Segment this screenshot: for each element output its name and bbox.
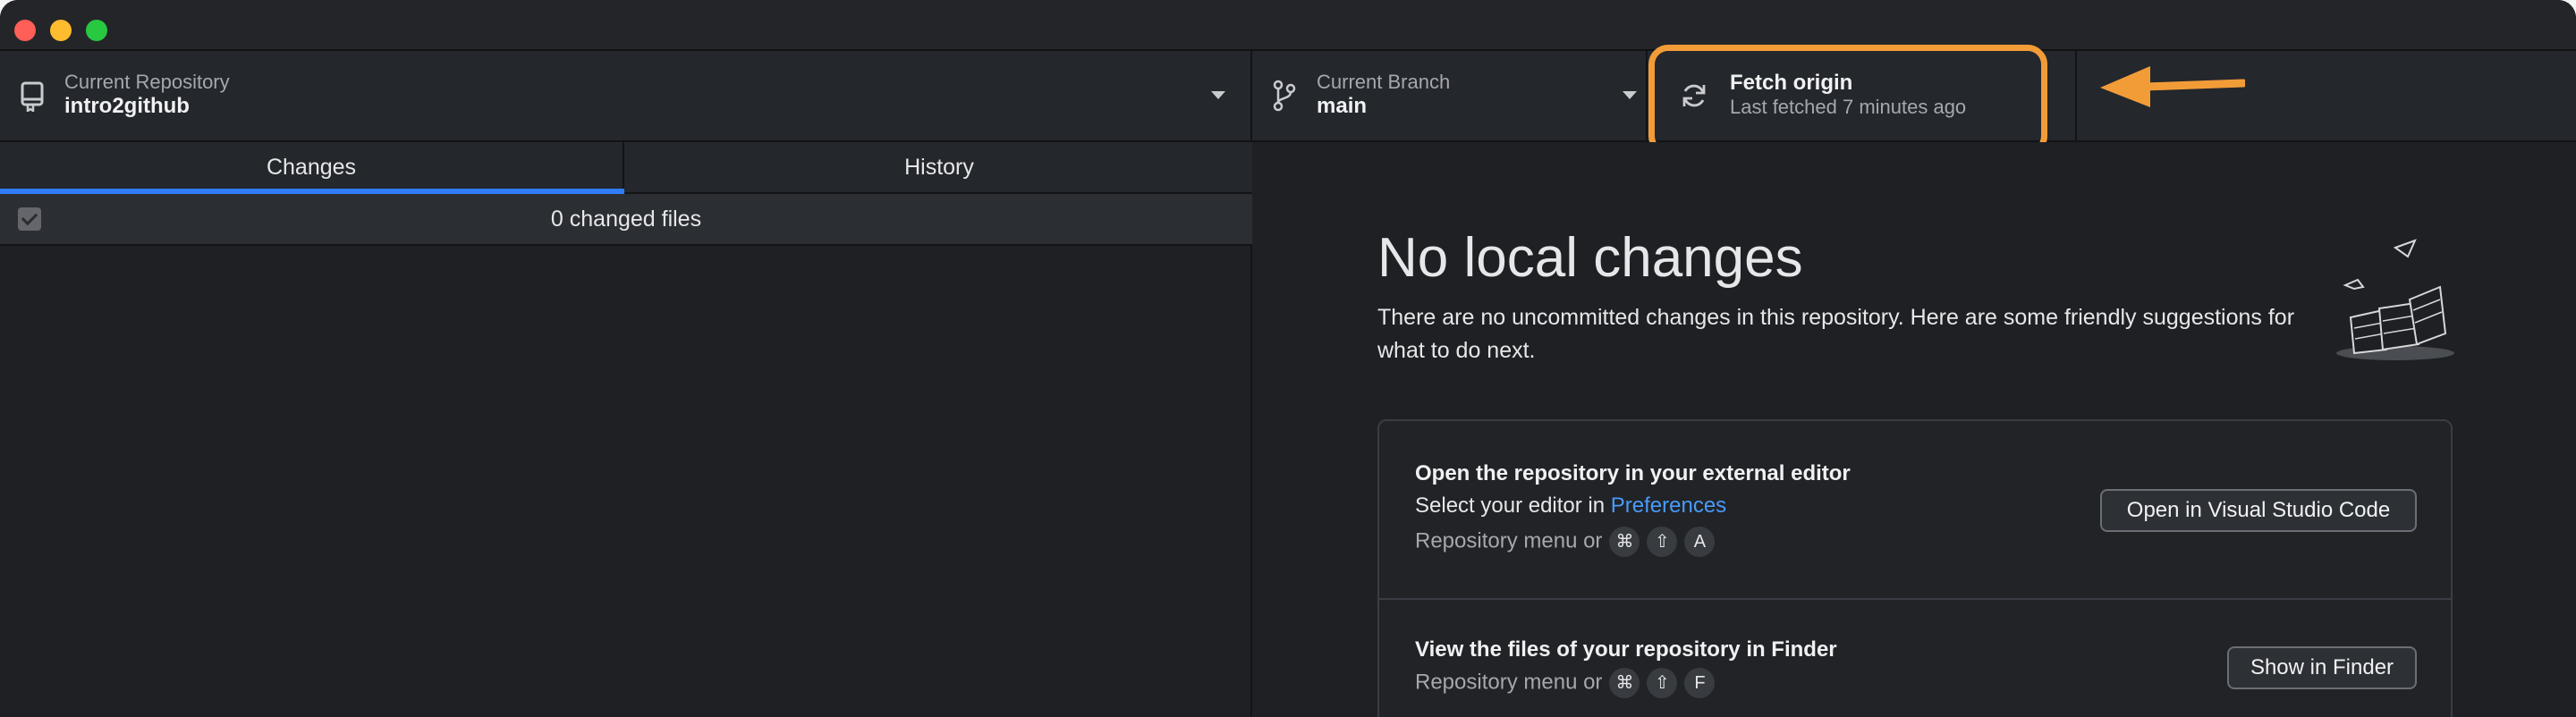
current-repository-dropdown[interactable]: Current Repository intro2github xyxy=(0,51,1252,140)
papers-illustration-icon xyxy=(2336,239,2454,360)
chevron-down-icon xyxy=(1623,91,1637,99)
shortcut-hint: Repository menu or ⌘ ⇧ A xyxy=(1415,527,1716,557)
tab-changes[interactable]: Changes xyxy=(0,142,624,192)
suggestion-open-editor: Open the repository in your external edi… xyxy=(1379,421,2451,600)
shortcut-hint-text: Repository menu or xyxy=(1415,528,1603,553)
tab-history[interactable]: History xyxy=(626,142,1252,192)
suggestions-card: Open the repository in your external edi… xyxy=(1377,419,2453,717)
close-window-button[interactable] xyxy=(14,20,36,41)
page-description: There are no uncommitted changes in this… xyxy=(1377,305,2295,363)
current-branch-name: main xyxy=(1317,94,1368,118)
sidebar-tabs: Changes History xyxy=(0,142,1252,194)
shift-key: ⇧ xyxy=(1647,668,1678,698)
changes-sidebar: Changes History 0 changed files xyxy=(0,142,1252,717)
git-branch-icon xyxy=(1273,80,1296,112)
title-bar xyxy=(0,0,2576,51)
select-all-checkbox[interactable] xyxy=(18,207,41,231)
arrow-left-icon xyxy=(2100,66,2245,107)
page-title: No local changes xyxy=(1377,227,1803,289)
suggestion-show-in-finder: View the files of your repository in Fin… xyxy=(1379,600,2451,717)
command-key: ⌘ xyxy=(1609,527,1640,557)
changed-files-header: 0 changed files xyxy=(0,194,1252,246)
suggestion-subtitle-text: Select your editor in xyxy=(1415,493,1611,518)
shift-key: ⇧ xyxy=(1647,527,1678,557)
current-branch-label: Current Branch xyxy=(1317,71,1451,93)
suggestion-title: View the files of your repository in Fin… xyxy=(1415,637,1837,662)
preferences-link[interactable]: Preferences xyxy=(1611,493,1726,518)
shortcut-hint-text: Repository menu or xyxy=(1415,670,1603,695)
command-key: ⌘ xyxy=(1609,668,1640,698)
suggestion-subtitle: Select your editor in Preferences xyxy=(1415,493,1726,519)
f-key: F xyxy=(1684,668,1716,698)
changed-files-count: 0 changed files xyxy=(550,207,702,232)
current-branch-dropdown[interactable]: Current Branch main xyxy=(1252,51,1648,140)
open-in-vscode-button[interactable]: Open in Visual Studio Code xyxy=(2100,489,2417,532)
no-changes-view: No local changes There are no uncommitte… xyxy=(1254,142,2576,717)
current-repository-label: Current Repository xyxy=(64,71,230,93)
fetch-origin-highlight xyxy=(1648,45,2047,156)
suggestion-title: Open the repository in your external edi… xyxy=(1415,461,1851,485)
chevron-down-icon xyxy=(1211,91,1225,99)
minimize-window-button[interactable] xyxy=(50,20,72,41)
repository-icon xyxy=(21,81,44,112)
current-repository-name: intro2github xyxy=(64,94,190,118)
zoom-window-button[interactable] xyxy=(86,20,107,41)
shortcut-hint: Repository menu or ⌘ ⇧ F xyxy=(1415,668,1716,698)
app-window: Current Repository intro2github Current … xyxy=(0,0,2576,717)
a-key: A xyxy=(1684,527,1716,557)
show-in-finder-button[interactable]: Show in Finder xyxy=(2227,646,2417,689)
